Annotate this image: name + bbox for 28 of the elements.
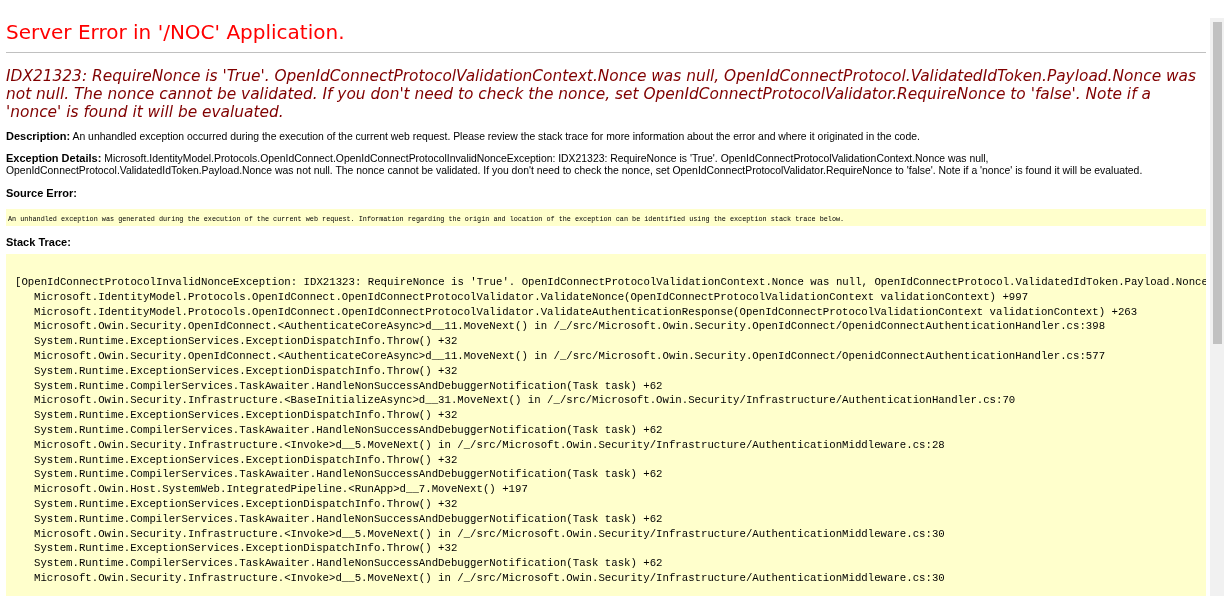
exception-details-text: Exception Details: Microsoft.IdentityModel.Protocols.OpenIdConnect.OpenIdConnectProtocolInvalidNonceException: IDX21323: RequireNonce is 'True'. OpenIdConnectProtocolValidationContext.Nonce was null, OpenIdConnectProtocol.ValidatedIdToken.Payload.Nonce was not null. The nonce cannot be validated. If you don't need to check the nonce, set OpenIdConnectProtocolValidator.RequireNonce to 'false'. Note if a 'nonce' is found it will be evaluated. bbox=[6, 152, 1144, 177]
stack-trace-line: System.Runtime.CompilerServices.TaskAwaiter.HandleNonSuccessAndDebuggerNotification(Task task) +62 bbox=[33, 467, 664, 483]
section-label: Source Error: bbox=[6, 187, 78, 200]
stack-trace-line: Microsoft.IdentityModel.Protocols.OpenIdConnect.OpenIdConnectProtocolValidator.ValidateAuthenticationResponse(OpenIdConnectProtocolValidationContext validationContext) +263 bbox=[33, 304, 1139, 320]
stack-trace-line: Microsoft.Owin.Security.Infrastructure.<BaseInitializeAsync>d__31.MoveNext() in /_/src/Microsoft.Owin.Security/Infrastructure/AuthenticationHandler.cs:70 bbox=[33, 393, 1017, 409]
stack-trace-line: System.Runtime.CompilerServices.TaskAwaiter.HandleNonSuccessAndDebuggerNotification(Task task) +62 bbox=[33, 511, 664, 527]
stack-trace-line: System.Runtime.ExceptionServices.ExceptionDispatchInfo.Throw() +32 bbox=[33, 408, 459, 423]
stack-trace-line: Microsoft.IdentityModel.Protocols.OpenIdConnect.OpenIdConnectProtocolValidator.ValidateNonce(OpenIdConnectProtocolValidationContext validationContext) +997 bbox=[33, 289, 1030, 305]
error-message: IDX21323: RequireNonce is 'True'. OpenIdConnectProtocolValidationContext.Nonce was null, OpenIdConnectProtocol.ValidatedIdToken.Payload.Nonce was not null. The nonce cannot be validated. If you don't need to check the nonce, set OpenIdConnectProtocolValidator.RequireNonce to 'false'. Note if a 'nonce' is found it will be evaluated. bbox=[6, 67, 1198, 121]
stack-trace-line: Microsoft.Owin.Host.SystemWeb.IntegratedPipeline.<RunApp>d__7.MoveNext() +197 bbox=[33, 482, 529, 497]
vertical-scrollbar[interactable] bbox=[1210, 18, 1224, 596]
description-text: Description: An unhandled exception occurred during the execution of the current web request. Please review the stack trace for more information about the error and where it originated in the code. bbox=[6, 130, 921, 143]
stack-trace-line: System.Runtime.ExceptionServices.ExceptionDispatchInfo.Throw() +32 bbox=[33, 334, 459, 349]
stack-trace-line: System.Runtime.ExceptionServices.ExceptionDispatchInfo.Throw() +32 bbox=[33, 452, 459, 468]
stack-trace-line: System.Runtime.CompilerServices.TaskAwaiter.HandleNonSuccessAndDebuggerNotification(Task task) +62 bbox=[33, 556, 664, 571]
section-label: Stack Trace: bbox=[6, 236, 72, 249]
stack-trace-line: System.Runtime.CompilerServices.TaskAwaiter.HandleNonSuccessAndDebuggerNotification(Task task) +62 bbox=[33, 378, 664, 394]
stack-trace-line: Microsoft.Owin.Security.Infrastructure.<Invoke>d__5.MoveNext() in /_/src/Microsoft.Owin.Security/Infrastructure/AuthenticationMiddleware.cs:28 bbox=[33, 437, 946, 453]
stack-trace-line: Microsoft.Owin.Security.OpenIdConnect.<AuthenticateCoreAsync>d__11.MoveNext() in /_/src/Microsoft.Owin.Security.OpenIdConnect/OpenidConnectAuthenticationHandler.cs:577 bbox=[33, 349, 1107, 364]
page-title: Server Error in '/NOC' Application. bbox=[6, 20, 346, 44]
stack-trace-line: Microsoft.Owin.Security.Infrastructure.<Invoke>d__5.MoveNext() in /_/src/Microsoft.Owin.Security/Infrastructure/AuthenticationMiddleware.cs:30 bbox=[33, 526, 946, 542]
stack-trace-line: System.Runtime.ExceptionServices.ExceptionDispatchInfo.Throw() +32 bbox=[33, 496, 459, 512]
scrollbar-thumb[interactable] bbox=[1212, 22, 1222, 344]
stack-trace-line: System.Runtime.ExceptionServices.ExceptionDispatchInfo.Throw() +32 bbox=[33, 363, 459, 379]
stack-trace-line: Microsoft.Owin.Security.OpenIdConnect.<AuthenticateCoreAsync>d__11.MoveNext() in /_/src/Microsoft.Owin.Security.OpenIdConnect/OpenidConnectAuthenticationHandler.cs:398 bbox=[33, 319, 1107, 335]
stack-trace-line: System.Runtime.ExceptionServices.ExceptionDispatchInfo.Throw() +32 bbox=[33, 541, 459, 557]
stack-trace-line: System.Runtime.CompilerServices.TaskAwaiter.HandleNonSuccessAndDebuggerNotification(Task task) +62 bbox=[33, 422, 664, 438]
stack-trace-line: Microsoft.Owin.Security.Infrastructure.<Invoke>d__5.MoveNext() in /_/src/Microsoft.Owin.Security/Infrastructure/AuthenticationMiddleware.cs:30 bbox=[33, 570, 946, 586]
